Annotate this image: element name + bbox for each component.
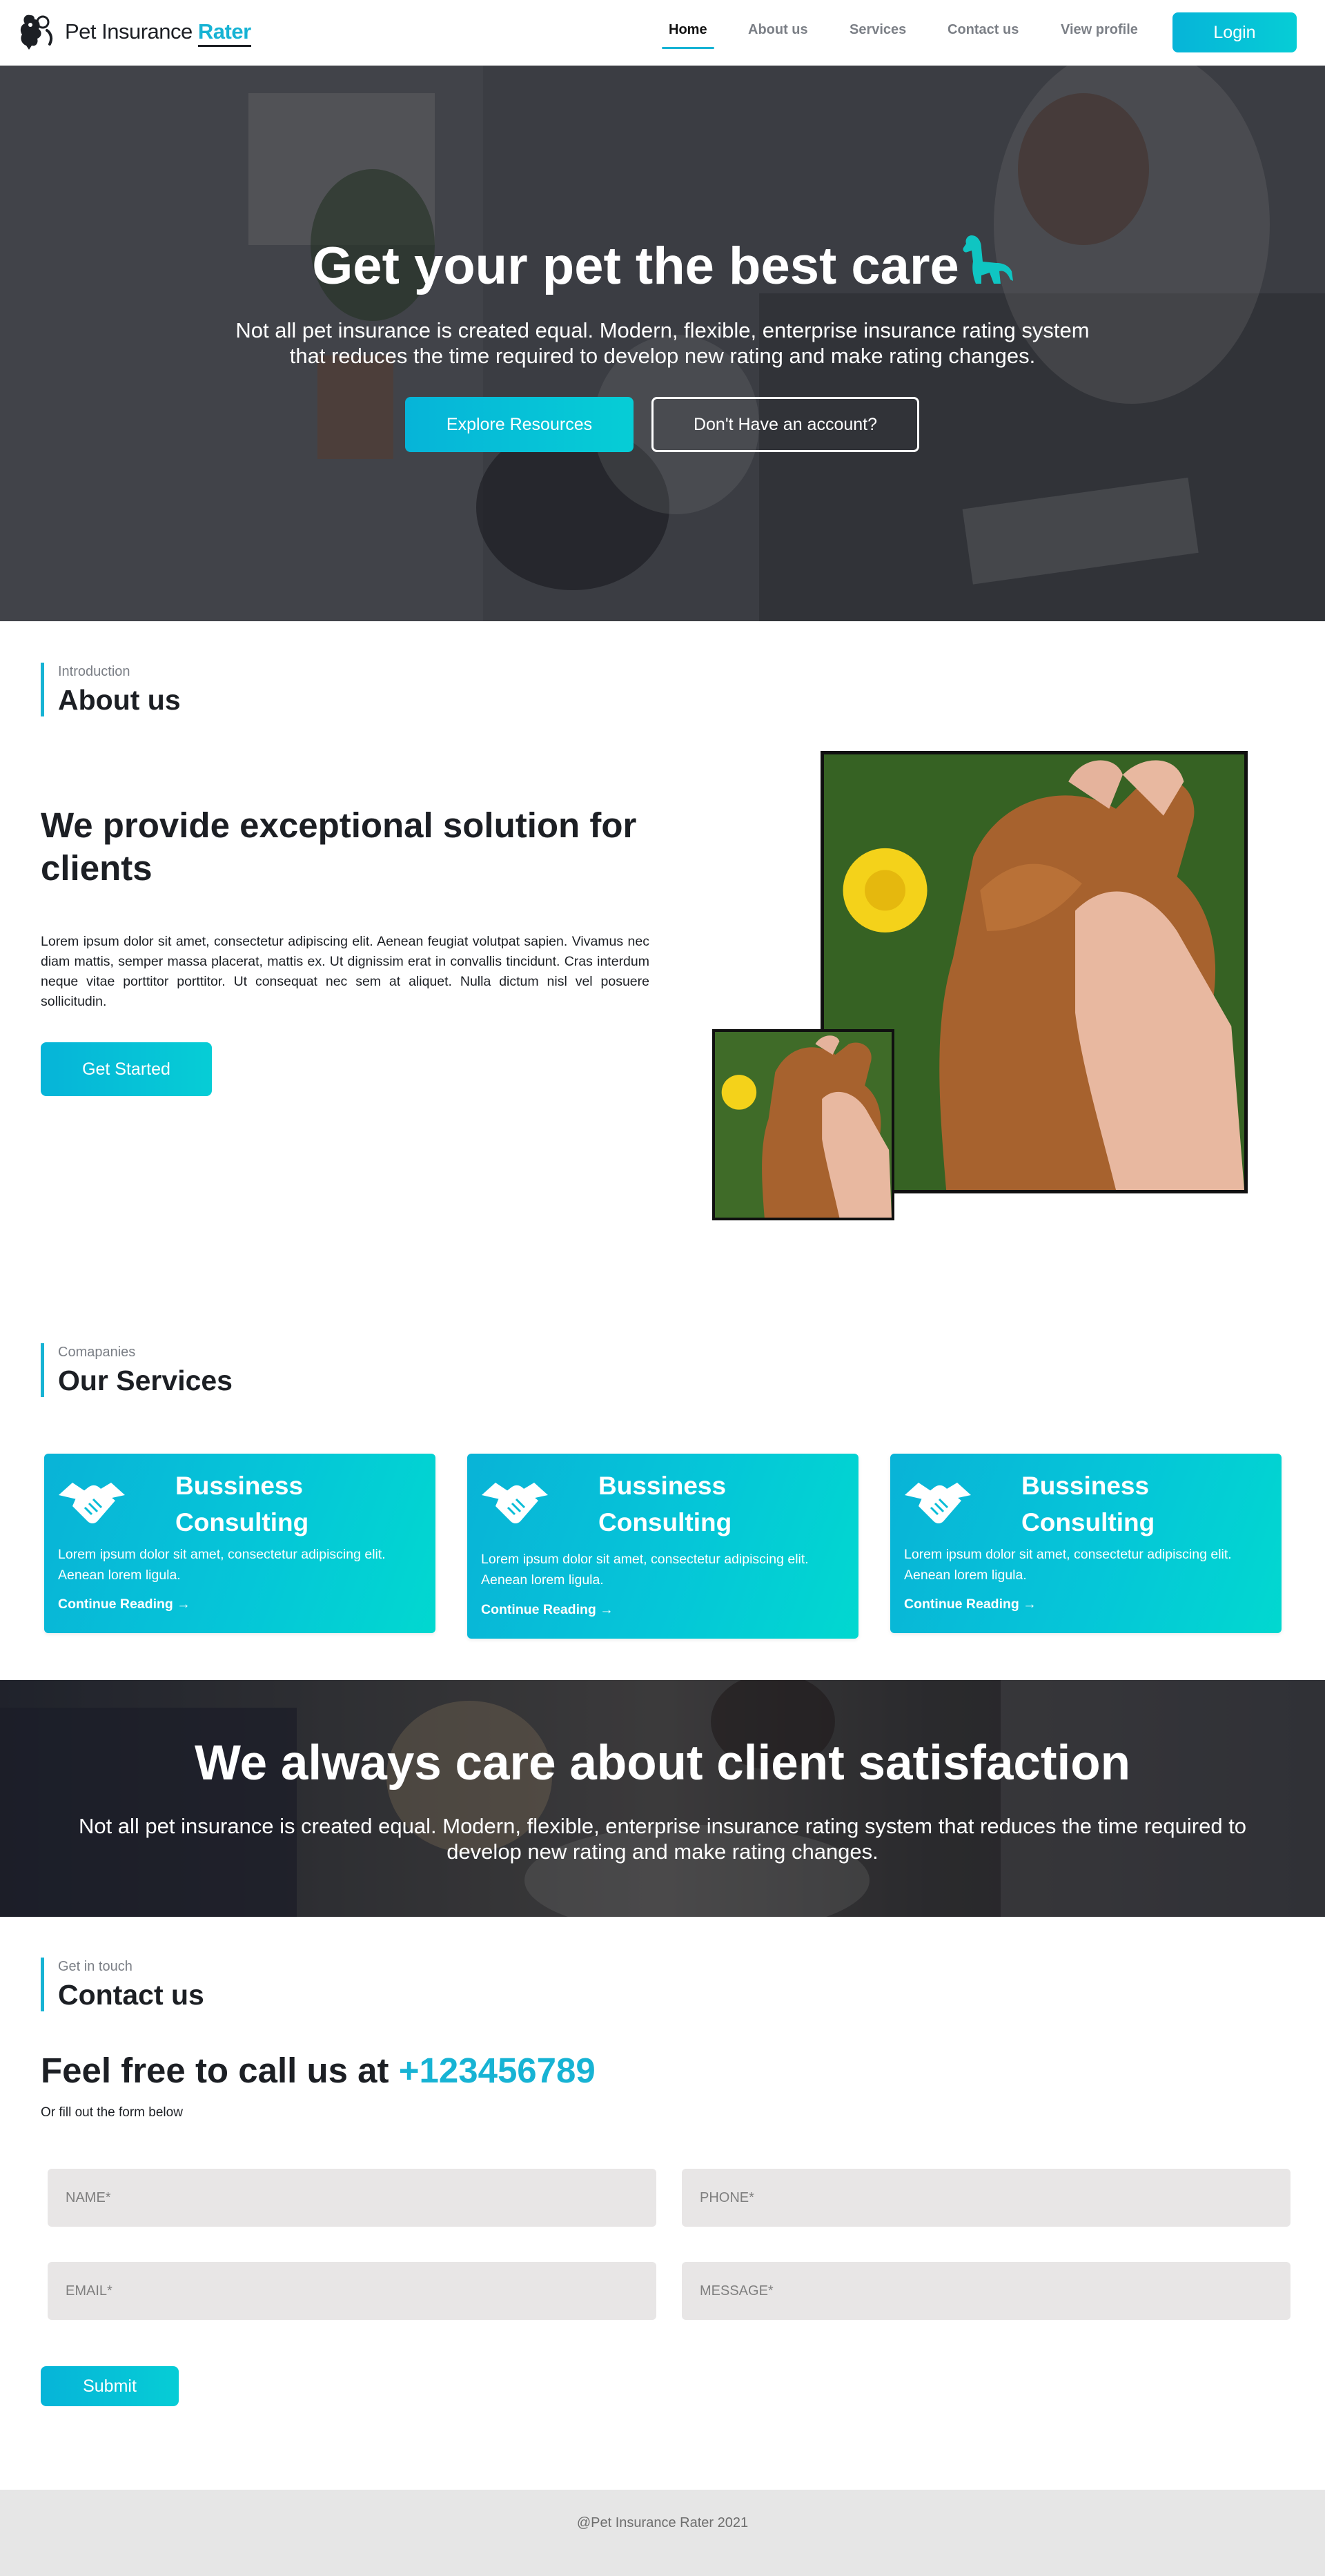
contact-eyebrow: Get in touch [58, 1959, 132, 1974]
nav-contact-us[interactable]: Contact us [948, 22, 1019, 38]
service-card-1-continue-link[interactable]: Continue Reading → [58, 1597, 190, 1612]
nav-home[interactable]: Home [662, 22, 714, 49]
brand-name-part2: Rater [197, 19, 251, 47]
service-card-3: Bussiness Consulting Lorem ipsum dolor si… [890, 1454, 1282, 1633]
hero-section: Get your pet the best care Not all pet i… [0, 66, 1325, 621]
login-button[interactable]: Login [1172, 12, 1297, 52]
service-card-2-continue-link[interactable]: Continue Reading → [481, 1602, 614, 1618]
handshake-icon [905, 1483, 971, 1523]
footer-copyright: @Pet Insurance Rater 2021 [576, 2515, 749, 2530]
form-hint: Or fill out the form below [41, 2105, 183, 2120]
navbar: Pet Insurance Rater Home About us Servic… [0, 0, 1325, 66]
brand-logo[interactable]: Pet Insurance Rater [15, 10, 251, 54]
service-card-3-title: Bussiness Consulting [1021, 1467, 1155, 1541]
handshake-icon [482, 1483, 548, 1523]
hero-title-text: Get your pet the best care [312, 237, 959, 295]
service-card-1-title-line2: Consulting [175, 1508, 309, 1536]
brand-name-part1: Pet Insurance [65, 19, 193, 43]
paw-in-hand-image-small [712, 1029, 894, 1220]
service-card-2-title: Bussiness Consulting [598, 1467, 732, 1541]
services-heading: Our Services [58, 1365, 233, 1396]
service-card-1: Bussiness Consulting Lorem ipsum dolor si… [44, 1454, 435, 1633]
contact-section-heading: Get in touch Contact us [41, 1958, 204, 2011]
hero-title: Get your pet the best care [0, 231, 1325, 296]
hero-subtitle: Not all pet insurance is created equal. … [235, 318, 1090, 368]
services-eyebrow: Comapanies [58, 1345, 136, 1360]
name-field[interactable] [48, 2169, 656, 2227]
paw-photo-small [715, 1032, 892, 1218]
service-card-1-title: Bussiness Consulting [175, 1467, 308, 1541]
service-card-2-text: Lorem ipsum dolor sit amet, consectetur … [481, 1552, 809, 1588]
footer: @Pet Insurance Rater 2021 [0, 2490, 1325, 2576]
service-card-3-text: Lorem ipsum dolor sit amet, consectetur … [904, 1547, 1232, 1583]
handshake-icon [59, 1483, 125, 1523]
call-us-prefix: Feel free to call us at [41, 2051, 389, 2090]
about-text: Lorem ipsum dolor sit amet, consectetur … [41, 934, 649, 1009]
about-heading: About us [58, 684, 181, 716]
brand-name: Pet Insurance Rater [65, 19, 251, 47]
banner-title: We always care about client satisfaction [194, 1736, 1131, 1790]
message-field[interactable] [682, 2262, 1290, 2320]
about-eyebrow: Introduction [58, 664, 130, 679]
call-us-line: Feel free to call us at +123456789 [41, 2050, 596, 2091]
service-card-3-title-line2: Consulting [1021, 1508, 1155, 1536]
service-card-3-continue-link[interactable]: Continue Reading → [904, 1597, 1037, 1612]
pet-logo-icon [20, 14, 53, 50]
phone-number-link[interactable]: +123456789 [399, 2051, 596, 2090]
about-title: We provide exceptional solution for clie… [41, 806, 637, 888]
service-card-3-title-line1: Bussiness [1021, 1472, 1150, 1500]
services-section-heading: Comapanies Our Services [41, 1343, 233, 1397]
get-started-button[interactable]: Get Started [41, 1042, 212, 1096]
about-section-heading: Introduction About us [41, 663, 181, 716]
service-card-2: Bussiness Consulting Lorem ipsum dolor si… [467, 1454, 858, 1639]
create-account-button[interactable]: Don't Have an account? [651, 397, 919, 452]
service-card-1-text: Lorem ipsum dolor sit amet, consectetur … [58, 1547, 386, 1583]
nav-about-us[interactable]: About us [748, 22, 808, 38]
explore-resources-button[interactable]: Explore Resources [405, 397, 634, 452]
banner-subtitle: Not all pet insurance is created equal. … [78, 1814, 1247, 1864]
banner-overlay [0, 1680, 1325, 1917]
nav-view-profile[interactable]: View profile [1061, 22, 1138, 38]
nav-services[interactable]: Services [850, 22, 906, 38]
service-card-1-title-line1: Bussiness [175, 1472, 304, 1500]
email-field[interactable] [48, 2262, 656, 2320]
service-card-2-title-line1: Bussiness [598, 1472, 727, 1500]
satisfaction-banner: We always care about client satisfaction… [0, 1680, 1325, 1917]
contact-heading: Contact us [58, 1979, 204, 2011]
service-card-2-title-line2: Consulting [598, 1508, 732, 1536]
dog-icon [963, 235, 1013, 284]
submit-button[interactable]: Submit [41, 2366, 179, 2406]
phone-field[interactable] [682, 2169, 1290, 2227]
